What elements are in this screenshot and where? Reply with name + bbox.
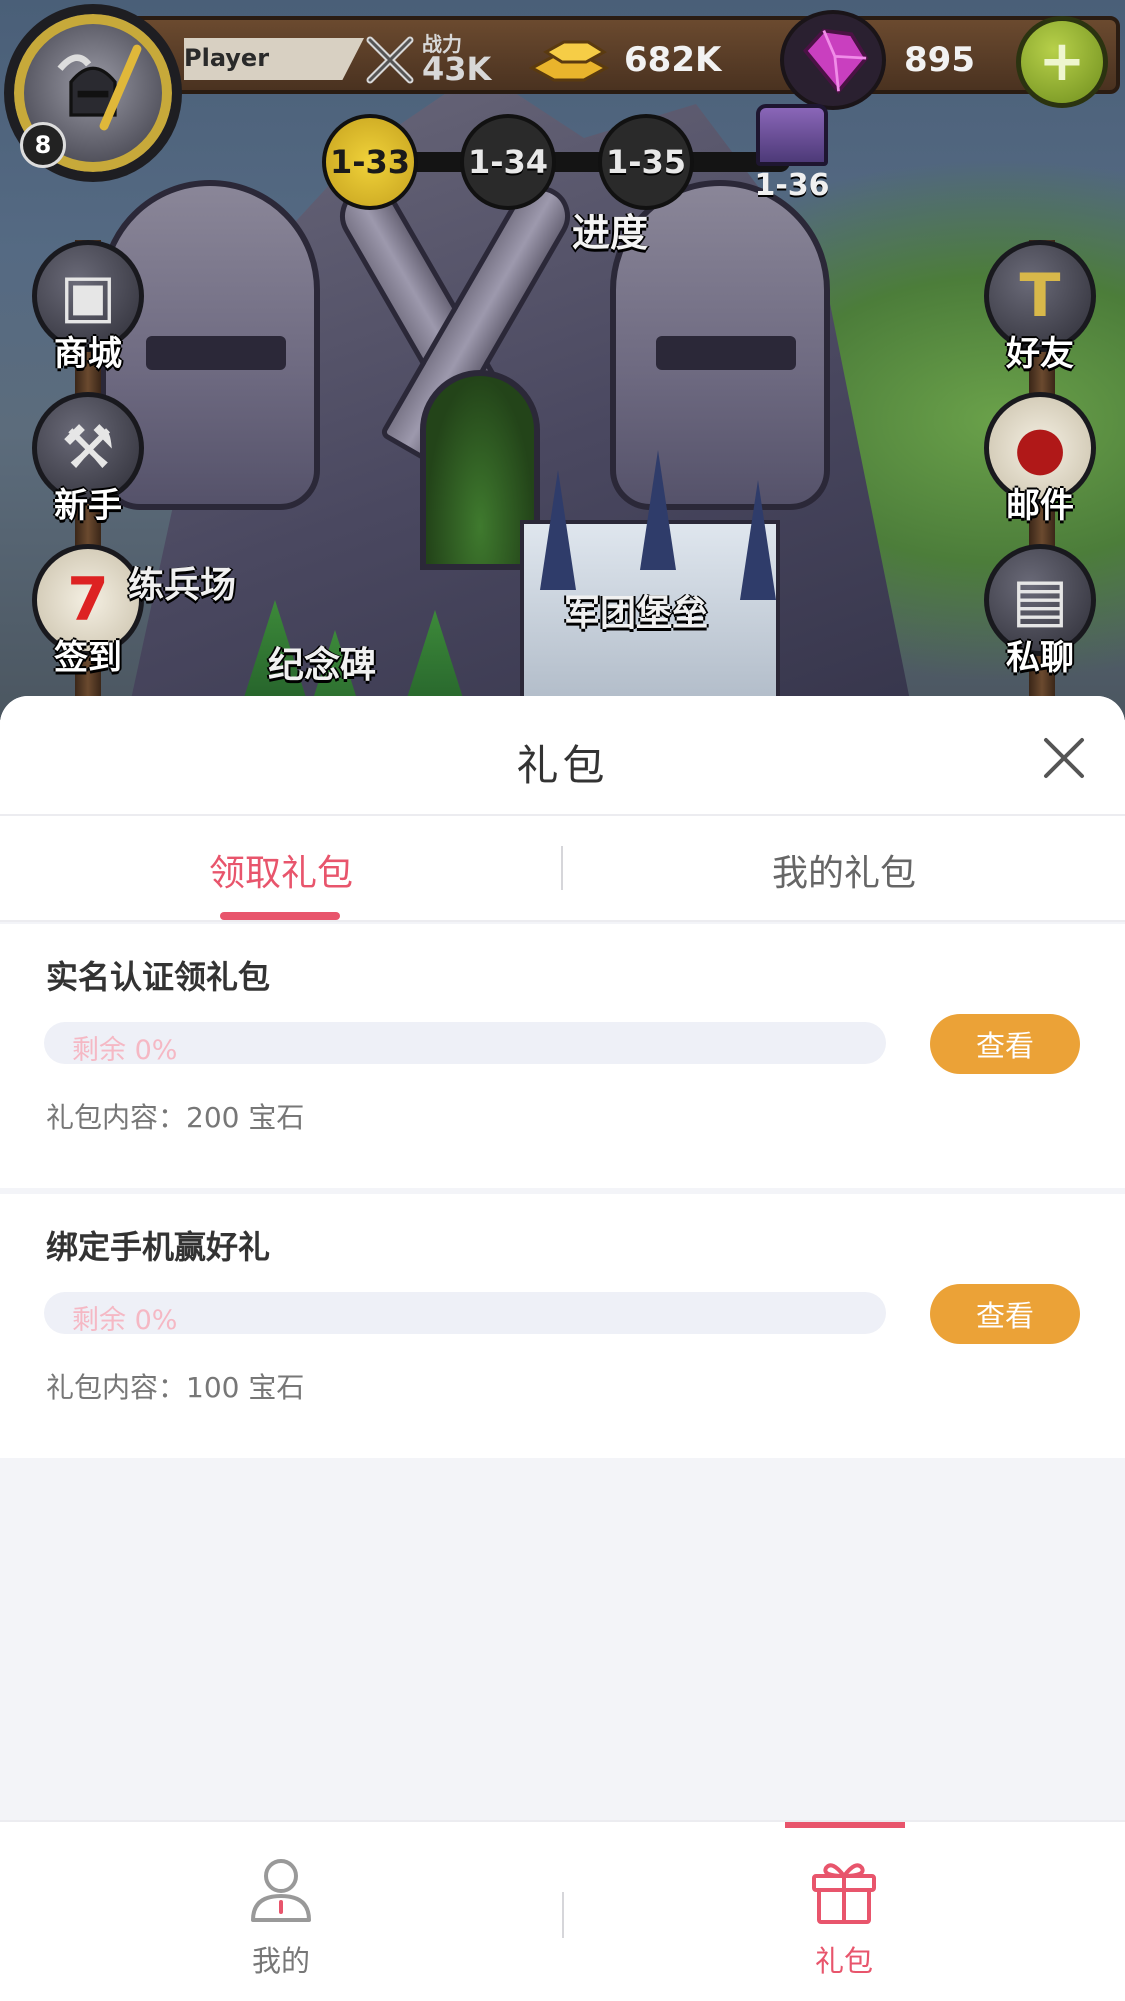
gift-title: 实名认证领礼包 [46, 958, 271, 996]
gift-content: 礼包内容：100 宝石 [46, 1371, 305, 1404]
treasure-chest-icon [756, 104, 828, 166]
stage-node-label: 1-36 [754, 168, 830, 203]
close-icon[interactable] [1036, 730, 1092, 786]
gift-remaining-bar: 剩余 0% [44, 1022, 886, 1064]
stage-node-chest[interactable]: 1-36 [742, 96, 842, 206]
panel-title: 礼包 [516, 741, 609, 790]
progress-label: 进度 [571, 211, 648, 255]
gold-value: 682K [624, 40, 722, 80]
nav-item-label: 我的 [251, 1944, 310, 1978]
gift-icon [812, 1863, 876, 1924]
checkin-button-label: 签到 [54, 638, 122, 678]
gift-card: 实名认证领礼包 剩余 0% 查看 礼包内容：200 宝石 [0, 924, 1125, 1188]
gem-icon [780, 10, 886, 110]
bottom-nav: 我的 礼包 [0, 1820, 1125, 2001]
nav-active-indicator [785, 1822, 905, 1828]
gift-content: 礼包内容：200 宝石 [46, 1101, 305, 1134]
combat-power: 战力 43K [362, 26, 512, 90]
novice-button[interactable]: ⚒ 新手 [24, 392, 152, 526]
friends-button-label: 好友 [1006, 334, 1074, 374]
crossed-swords-icon [366, 36, 414, 84]
tab-label: 我的礼包 [771, 853, 916, 894]
mail-button[interactable]: ● 邮件 [976, 392, 1104, 526]
shop-button-label: 商城 [54, 334, 122, 374]
gift-remaining-bar: 剩余 0% [44, 1292, 886, 1334]
tab-active-indicator [220, 912, 340, 920]
novice-button-label: 新手 [54, 486, 122, 526]
tab-label: 领取礼包 [208, 853, 353, 894]
gold-counter: 682K [524, 28, 764, 92]
gift-remaining-text: 剩余 0% [72, 1305, 178, 1334]
tab-my-gifts[interactable]: 我的礼包 [563, 816, 1125, 922]
view-gift-button[interactable]: 查看 [930, 1014, 1080, 1074]
mail-button-label: 邮件 [1006, 486, 1074, 526]
view-gift-button[interactable]: 查看 [930, 1284, 1080, 1344]
panel-header: 礼包 [0, 696, 1125, 816]
stage-node[interactable]: 1-35 [598, 114, 694, 210]
gift-title: 绑定手机赢好礼 [46, 1228, 271, 1266]
gift-remaining-text: 剩余 0% [72, 1035, 178, 1064]
game-background: 8 Player 战力 43K 682K 895 + 1-33 1-34 1-3… [0, 0, 1125, 720]
friends-button[interactable]: T 好友 [976, 240, 1104, 374]
gold-bars-icon [528, 40, 610, 82]
nav-item-gifts[interactable]: 礼包 [563, 1822, 1125, 2001]
gem-counter: 895 [780, 10, 1010, 110]
stage-node[interactable]: 1-34 [460, 114, 556, 210]
gem-value: 895 [904, 40, 975, 80]
gift-panel: 礼包 领取礼包 我的礼包 实名认证领礼包 剩余 0% 查看 礼包内容：200 宝… [0, 696, 1125, 1820]
private-chat-button[interactable]: ▤ 私聊 [976, 544, 1104, 678]
shop-button[interactable]: ▣ 商城 [24, 240, 152, 374]
player-level-badge: 8 [20, 122, 66, 168]
gift-card: 绑定手机赢好礼 剩余 0% 查看 礼包内容：100 宝石 [0, 1194, 1125, 1458]
add-currency-button[interactable]: + [1016, 16, 1108, 108]
stage-node[interactable]: 1-33 [322, 114, 418, 210]
nav-item-mine[interactable]: 我的 [0, 1822, 562, 2001]
gift-tabs: 领取礼包 我的礼包 [0, 816, 1125, 922]
nav-item-label: 礼包 [814, 1944, 873, 1978]
private-chat-button-label: 私聊 [1006, 638, 1074, 678]
map-label-legion-fortress[interactable]: 军团堡垒 [564, 584, 708, 636]
player-name: Player [184, 38, 364, 80]
user-icon [251, 1859, 311, 1922]
combat-power-value: 43K [422, 50, 492, 88]
map-label-training-ground[interactable]: 练兵场 [128, 556, 236, 608]
tab-claim-gifts[interactable]: 领取礼包 [0, 816, 562, 922]
map-label-monument[interactable]: 纪念碑 [268, 636, 376, 688]
